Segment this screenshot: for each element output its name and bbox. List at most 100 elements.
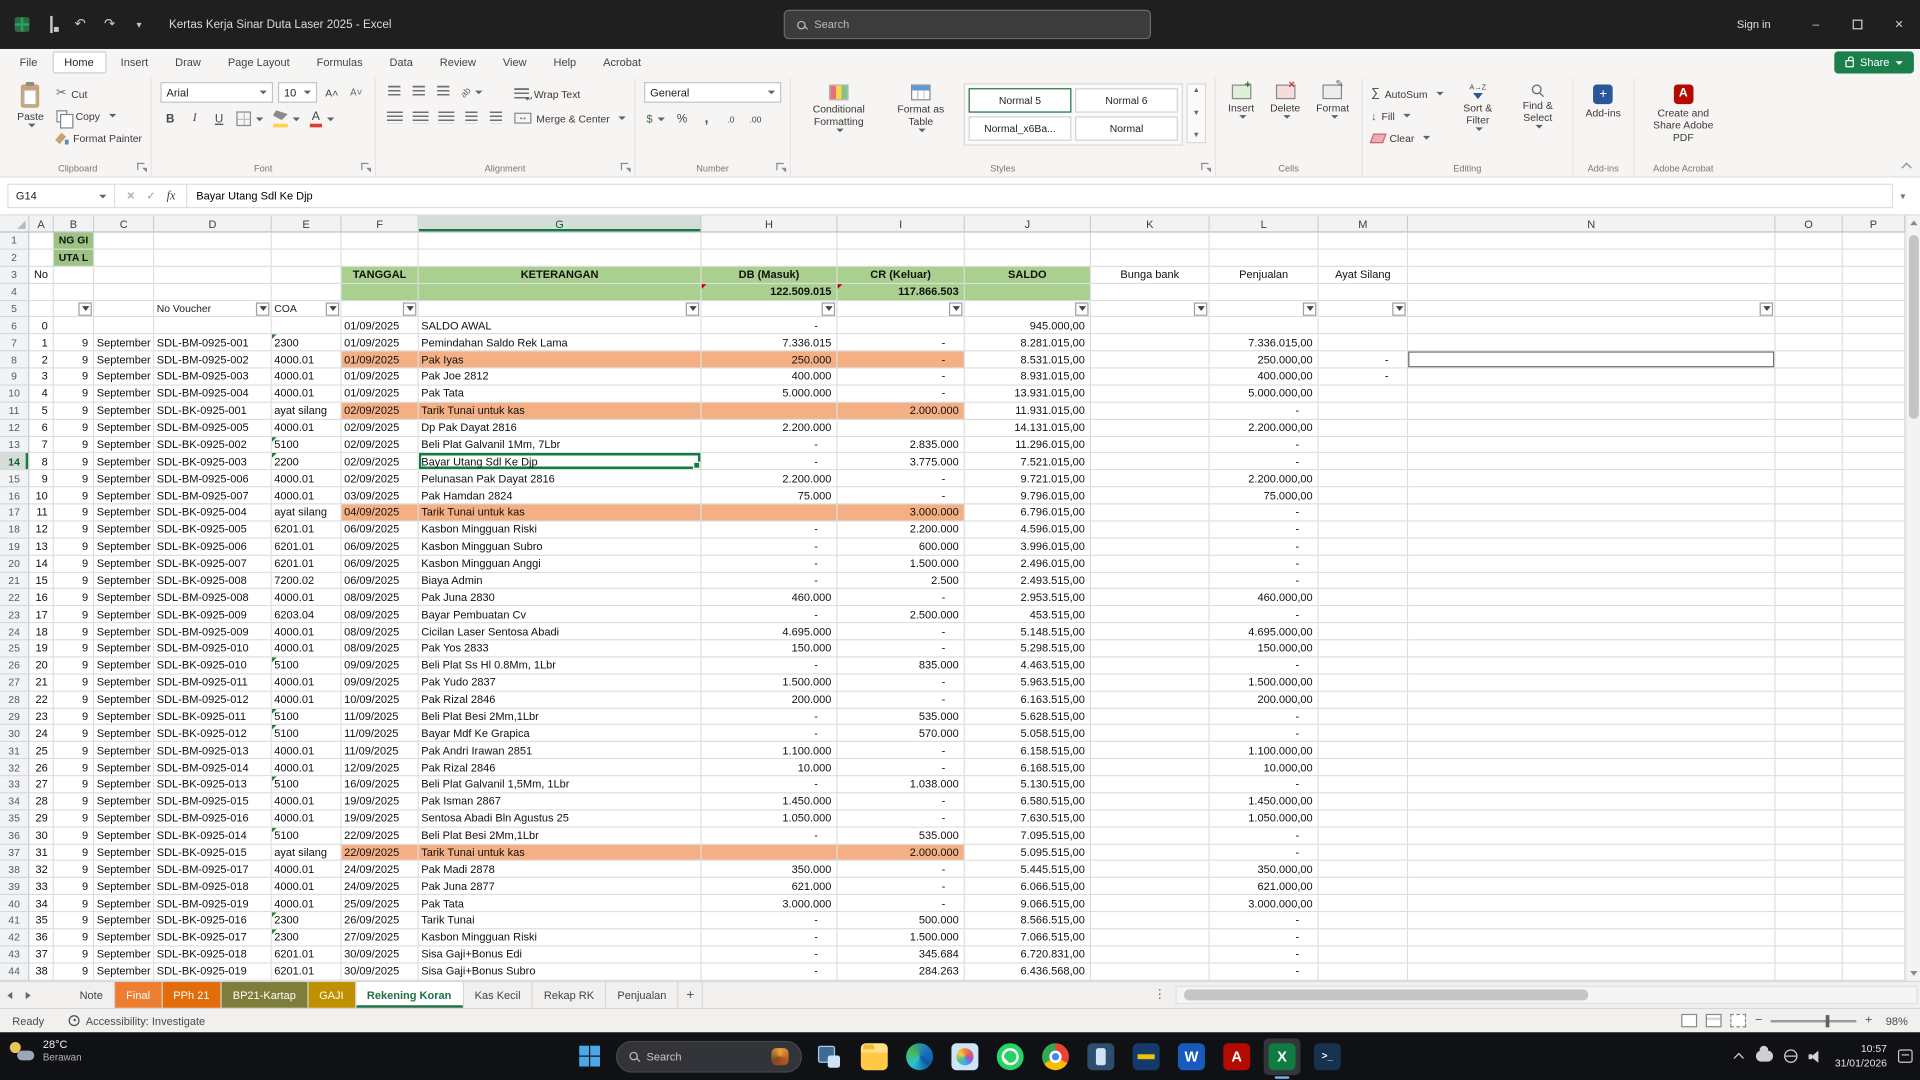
cell[interactable]: 7.066.515,00 (965, 929, 1091, 946)
cell[interactable]: 04/09/2025 (342, 504, 419, 521)
cell[interactable]: 1 (29, 335, 53, 352)
cell[interactable]: 37 (29, 946, 53, 963)
cell[interactable]: Pak Rizal 2846 (419, 759, 702, 776)
cell[interactable] (1319, 691, 1408, 708)
column-header-b[interactable]: B (54, 216, 94, 233)
decrease-decimal-button[interactable] (746, 109, 766, 129)
cell[interactable]: 18 (29, 623, 53, 640)
cell[interactable]: September (94, 810, 154, 827)
cell[interactable] (1408, 471, 1775, 488)
cell[interactable]: 11/09/2025 (342, 725, 419, 742)
ribbon-tab-view[interactable]: View (491, 51, 539, 73)
cell[interactable] (1319, 912, 1408, 929)
cell[interactable] (1776, 674, 1843, 691)
cell[interactable] (1319, 504, 1408, 521)
file-explorer-icon[interactable] (856, 1038, 893, 1075)
cell[interactable]: September (94, 861, 154, 878)
cell[interactable]: Pak Juna 2877 (419, 878, 702, 895)
cell[interactable]: 5.963.515,00 (965, 674, 1091, 691)
cell[interactable]: Beli Plat Besi 2Mm,1Lbr (419, 827, 702, 844)
cell[interactable]: Beli Plat Galvanil 1Mm, 7Lbr (419, 437, 702, 454)
style-normal[interactable]: Normal (1075, 116, 1178, 140)
cell[interactable]: Pak Tata (419, 386, 702, 403)
style-normal-5[interactable]: Normal 5 (969, 88, 1072, 112)
cell[interactable] (272, 318, 342, 335)
cell[interactable]: SDL-BK-0925-019 (154, 963, 272, 980)
cell[interactable]: 02/09/2025 (342, 437, 419, 454)
create-share-pdf-button[interactable]: Create and Share Adobe PDF (1643, 82, 1724, 146)
italic-button[interactable] (185, 109, 205, 129)
cell[interactable]: 6201.01 (272, 946, 342, 963)
cell[interactable]: 23 (29, 708, 53, 725)
cell[interactable] (1408, 555, 1775, 572)
sheet-tab-gaji[interactable]: GAJI (308, 982, 356, 1008)
sheet-tab-note[interactable]: Note (69, 982, 116, 1008)
cell[interactable]: - (1210, 538, 1319, 555)
cell[interactable] (1091, 437, 1210, 454)
share-button[interactable]: Share (1834, 51, 1914, 73)
cell[interactable] (1776, 284, 1843, 301)
cell[interactable]: 30/09/2025 (342, 963, 419, 980)
cell[interactable]: 5.298.515,00 (965, 640, 1091, 657)
row-header-28[interactable]: 28 (0, 691, 29, 708)
cell[interactable]: 21 (29, 674, 53, 691)
row-header-40[interactable]: 40 (0, 895, 29, 912)
ribbon-tab-draw[interactable]: Draw (163, 51, 213, 73)
filter-cell[interactable] (94, 301, 154, 318)
cell[interactable]: Bayar Pembuatan Cv (419, 606, 702, 623)
cell[interactable] (1091, 793, 1210, 810)
cell[interactable] (1843, 742, 1905, 759)
filter-button[interactable] (822, 302, 835, 315)
scroll-up-icon[interactable] (1907, 216, 1920, 231)
cell[interactable] (1843, 963, 1905, 980)
cell[interactable] (1210, 284, 1319, 301)
cell[interactable] (1843, 810, 1905, 827)
cell[interactable]: 9 (54, 827, 94, 844)
cell[interactable]: 9 (54, 369, 94, 386)
task-view-icon[interactable] (811, 1038, 848, 1075)
cell[interactable]: Kasbon Mingguan Riski (419, 521, 702, 538)
cell[interactable] (1319, 623, 1408, 640)
cell[interactable]: 9 (54, 657, 94, 674)
cell[interactable] (1776, 403, 1843, 420)
cell[interactable]: - (838, 623, 965, 640)
cell[interactable] (1408, 538, 1775, 555)
cell[interactable] (1408, 895, 1775, 912)
row-header-39[interactable]: 39 (0, 878, 29, 895)
cell[interactable] (1408, 725, 1775, 742)
cell[interactable] (1091, 386, 1210, 403)
cell[interactable]: 4000.01 (272, 488, 342, 505)
cell[interactable]: 9 (54, 912, 94, 929)
cell[interactable]: 7.521.015,00 (965, 454, 1091, 471)
row-header-18[interactable]: 18 (0, 521, 29, 538)
cell[interactable]: 13 (29, 538, 53, 555)
cell[interactable]: - (1210, 912, 1319, 929)
cell[interactable]: 453.515,00 (965, 606, 1091, 623)
cell[interactable]: - (702, 708, 838, 725)
cell[interactable] (1319, 471, 1408, 488)
select-all-button[interactable] (0, 216, 29, 233)
cell[interactable]: 16 (29, 589, 53, 606)
cell[interactable]: - (702, 725, 838, 742)
cell[interactable] (1776, 623, 1843, 640)
cell[interactable] (1843, 827, 1905, 844)
cell[interactable]: 4000.01 (272, 895, 342, 912)
cell[interactable] (838, 420, 965, 437)
cell[interactable]: 5.445.515,00 (965, 861, 1091, 878)
cell[interactable]: 621.000,00 (1210, 878, 1319, 895)
cell[interactable]: September (94, 844, 154, 861)
accessibility-status[interactable]: Accessibility: Investigate (69, 1014, 206, 1026)
cell[interactable] (342, 250, 419, 267)
cell[interactable]: 9 (54, 521, 94, 538)
undo-button[interactable] (72, 17, 88, 33)
cell[interactable]: SDL-BM-0925-017 (154, 861, 272, 878)
cell[interactable]: September (94, 403, 154, 420)
sheet-tab-pph-21[interactable]: PPh 21 (162, 982, 221, 1008)
cell[interactable]: 4000.01 (272, 386, 342, 403)
cell[interactable]: 01/09/2025 (342, 352, 419, 369)
name-box[interactable]: G14 (7, 184, 115, 208)
cell[interactable] (94, 250, 154, 267)
network-icon[interactable] (1785, 1049, 1798, 1062)
cell[interactable]: Cicilan Laser Sentosa Abadi (419, 623, 702, 640)
alignment-dialog-launcher[interactable] (621, 163, 632, 174)
